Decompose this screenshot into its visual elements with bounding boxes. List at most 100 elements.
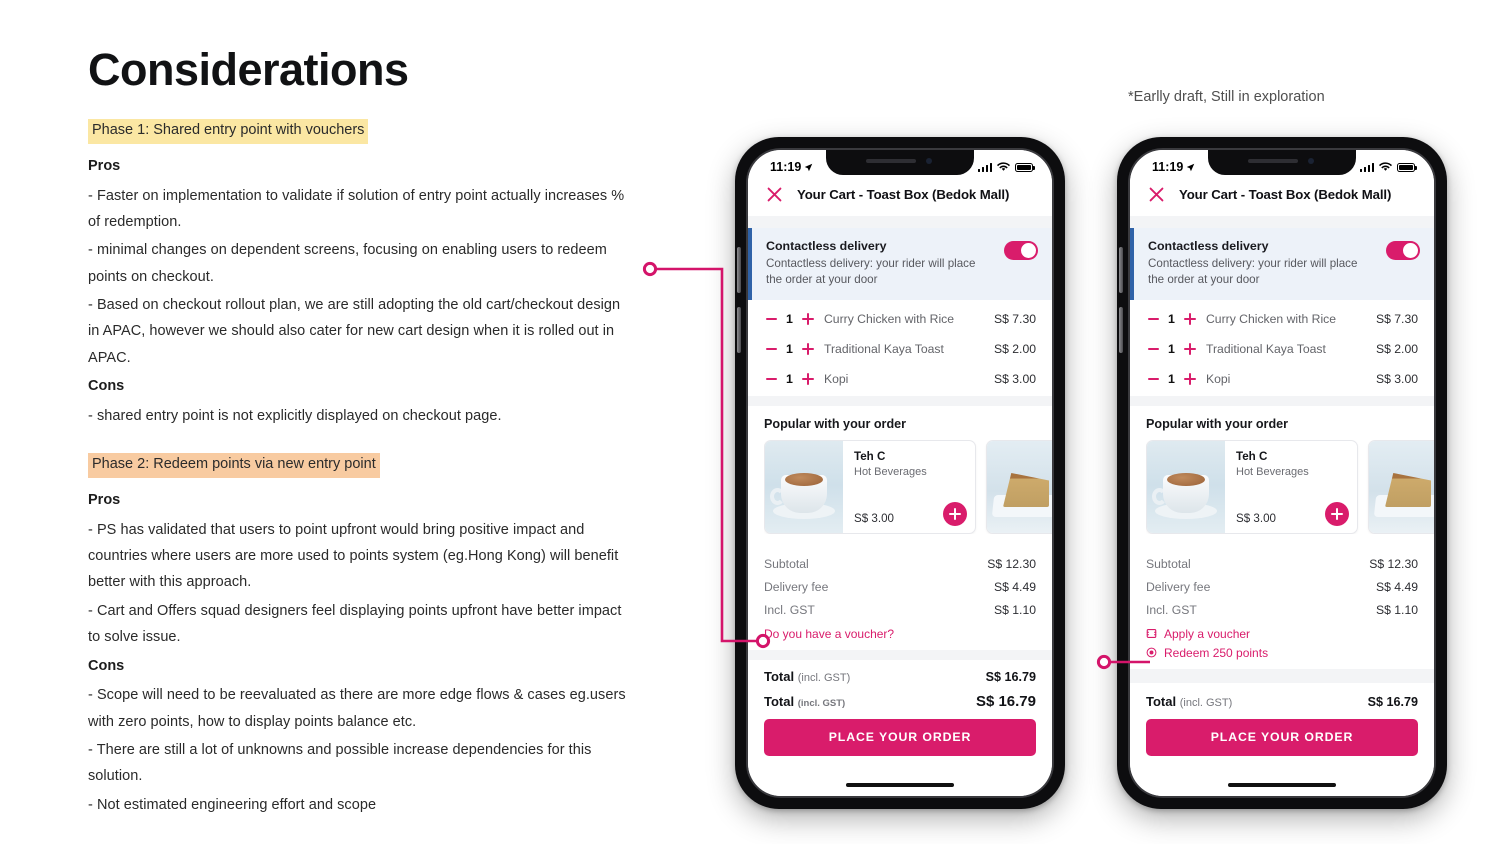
close-x-icon[interactable] <box>766 186 783 203</box>
total-sublabel: (incl. GST) <box>797 671 851 684</box>
plus-icon[interactable] <box>1183 312 1196 325</box>
popular-item-price: S$ 3.00 <box>854 511 894 525</box>
item-quantity: 1 <box>786 371 793 386</box>
page-title: Considerations <box>88 44 409 95</box>
popular-cards-carousel[interactable]: Teh C Hot Beverages S$ 3.00 <box>764 439 1052 534</box>
slide-canvas: Considerations Phase 1: Shared entry poi… <box>0 0 1500 844</box>
phase-2-cons-heading: Cons <box>88 657 125 674</box>
total-row-primary: Total (incl. GST) S$ 16.79 <box>1130 682 1434 717</box>
wifi-icon <box>1379 162 1392 171</box>
section-divider <box>1130 216 1434 228</box>
popular-item-name: Teh C <box>1236 449 1268 463</box>
minus-icon[interactable] <box>1148 347 1159 350</box>
popular-card-body: Teh C Hot Beverages S$ 3.00 <box>843 441 975 533</box>
battery-icon <box>1397 162 1417 172</box>
front-camera-icon <box>1308 158 1314 164</box>
location-arrow-icon <box>805 163 813 171</box>
cart-item-row: 1 Traditional Kaya Toast S$ 2.00 <box>1146 334 1418 364</box>
total-value: S$ 16.79 <box>1367 694 1418 709</box>
voucher-link[interactable]: Do you have a voucher? <box>764 622 1036 644</box>
quantity-stepper: 1 <box>766 312 824 326</box>
app-header-2: Your Cart - Toast Box (Bedok Mall) <box>1130 180 1434 216</box>
plus-icon[interactable] <box>1183 342 1196 355</box>
cart-items-list-1: 1 Curry Chicken with Rice S$ 7.30 1 Trad… <box>748 299 1052 396</box>
plus-icon[interactable] <box>801 342 814 355</box>
minus-icon[interactable] <box>1148 377 1159 380</box>
status-time-group: 11:19 <box>1152 160 1195 174</box>
cart-item-row: 1 Kopi S$ 3.00 <box>764 364 1036 394</box>
add-item-button[interactable] <box>943 501 967 526</box>
total-value: S$ 16.79 <box>985 669 1036 684</box>
place-your-order-button[interactable]: PLACE YOUR ORDER <box>764 718 1036 756</box>
cart-items-list-2: 1 Curry Chicken with Rice S$ 7.30 1 Trad… <box>1130 299 1434 396</box>
total-label: Total <box>764 668 795 684</box>
home-indicator <box>1228 783 1336 787</box>
contactless-toggle[interactable] <box>1386 241 1420 260</box>
total-label: Total <box>764 693 795 709</box>
plus-icon[interactable] <box>801 372 814 385</box>
minus-icon[interactable] <box>1148 317 1159 320</box>
popular-item-card[interactable] <box>986 439 1052 534</box>
order-summary-2: Subtotal S$ 12.30 Delivery fee S$ 4.49 I… <box>1130 544 1434 669</box>
item-name: Curry Chicken with Rice <box>1206 311 1337 326</box>
section-divider <box>748 216 1052 228</box>
close-x-icon[interactable] <box>1148 186 1165 203</box>
total-sublabel: (incl. GST) <box>797 697 846 709</box>
phase-1-pro-3: - Based on checkout rollout plan, we are… <box>88 297 621 366</box>
phase-2-pro-1: - PS has validated that users to point u… <box>88 521 619 591</box>
minus-icon[interactable] <box>766 317 777 320</box>
phone-screen-2: 11:19 Your Cart - Toast Box (Bedok Mall)… <box>1128 148 1436 798</box>
cart-item-row: 1 Kopi S$ 3.00 <box>1146 364 1418 394</box>
summary-value: S$ 4.49 <box>1375 580 1418 595</box>
redeem-points-link[interactable]: Redeem 250 points <box>1146 644 1418 663</box>
cta-wrapper: PLACE YOUR ORDER <box>748 716 1052 756</box>
total-label-group: Total (incl. GST) <box>1146 694 1232 709</box>
quantity-stepper: 1 <box>1148 342 1206 356</box>
add-item-button[interactable] <box>1325 501 1349 526</box>
ticket-icon <box>1146 629 1157 639</box>
popular-item-card[interactable]: Teh C Hot Beverages S$ 3.00 <box>1146 439 1358 534</box>
cart-item-row: 1 Curry Chicken with Rice S$ 7.30 <box>764 304 1036 334</box>
screen-body-2: 11:19 Your Cart - Toast Box (Bedok Mall)… <box>1130 150 1434 796</box>
item-quantity: 1 <box>786 341 793 356</box>
item-quantity: 1 <box>1168 371 1175 386</box>
minus-icon[interactable] <box>766 347 777 350</box>
callout-endpoint-left-1 <box>642 261 658 277</box>
item-price: S$ 3.00 <box>993 371 1036 386</box>
popular-item-card[interactable]: Teh C Hot Beverages S$ 3.00 <box>764 439 976 534</box>
total-value: S$ 16.79 <box>975 692 1036 710</box>
home-indicator <box>846 783 954 787</box>
toggle-knob <box>1021 243 1036 258</box>
total-label: Total <box>1146 693 1177 709</box>
summary-row: Incl. GST S$ 1.10 <box>764 599 1036 622</box>
total-label-group: Total (incl. GST) <box>764 669 850 684</box>
plus-icon[interactable] <box>801 312 814 325</box>
plus-icon[interactable] <box>1183 372 1196 385</box>
popular-item-card[interactable] <box>1368 439 1434 534</box>
contactless-description: Contactless delivery: your rider will pl… <box>1148 257 1358 286</box>
earpiece-speaker-icon <box>866 159 916 163</box>
status-time: 11:19 <box>770 160 802 174</box>
popular-cards-carousel[interactable]: Teh C Hot Beverages S$ 3.00 <box>1146 439 1434 534</box>
apply-voucher-link[interactable]: Apply a voucher <box>1146 622 1418 644</box>
popular-with-your-order-section-1: Popular with your order Teh C Hot Bevera… <box>748 405 1052 545</box>
phone-mockup-phase-1: 11:19 Your Cart - Toast Box (Bedok Mall)… <box>735 137 1065 809</box>
location-arrow-icon <box>1187 163 1195 171</box>
cart-page-title: Your Cart - Toast Box (Bedok Mall) <box>1179 187 1392 202</box>
hot-tea-cup-image <box>765 440 843 533</box>
place-your-order-button[interactable]: PLACE YOUR ORDER <box>1146 718 1418 756</box>
phase-1-cons-heading: Cons <box>88 378 125 395</box>
screen-body-1: 11:19 Your Cart - Toast Box (Bedok Mall)… <box>748 150 1052 796</box>
section-divider <box>748 649 1052 660</box>
contactless-title: Contactless delivery <box>1148 239 1269 253</box>
cake-slice-image <box>987 440 1052 533</box>
summary-row: Subtotal S$ 12.30 <box>1146 553 1418 576</box>
summary-label: Subtotal <box>764 557 809 572</box>
contactless-delivery-banner: Contactless delivery Contactless deliver… <box>1130 228 1434 300</box>
item-price: S$ 7.30 <box>993 311 1036 326</box>
contactless-toggle[interactable] <box>1004 241 1038 260</box>
phase-2-pros-heading: Pros <box>88 491 121 508</box>
phase-1-con-1: - shared entry point is not explicitly d… <box>88 407 502 424</box>
item-price: S$ 7.30 <box>1375 311 1418 326</box>
minus-icon[interactable] <box>766 377 777 380</box>
